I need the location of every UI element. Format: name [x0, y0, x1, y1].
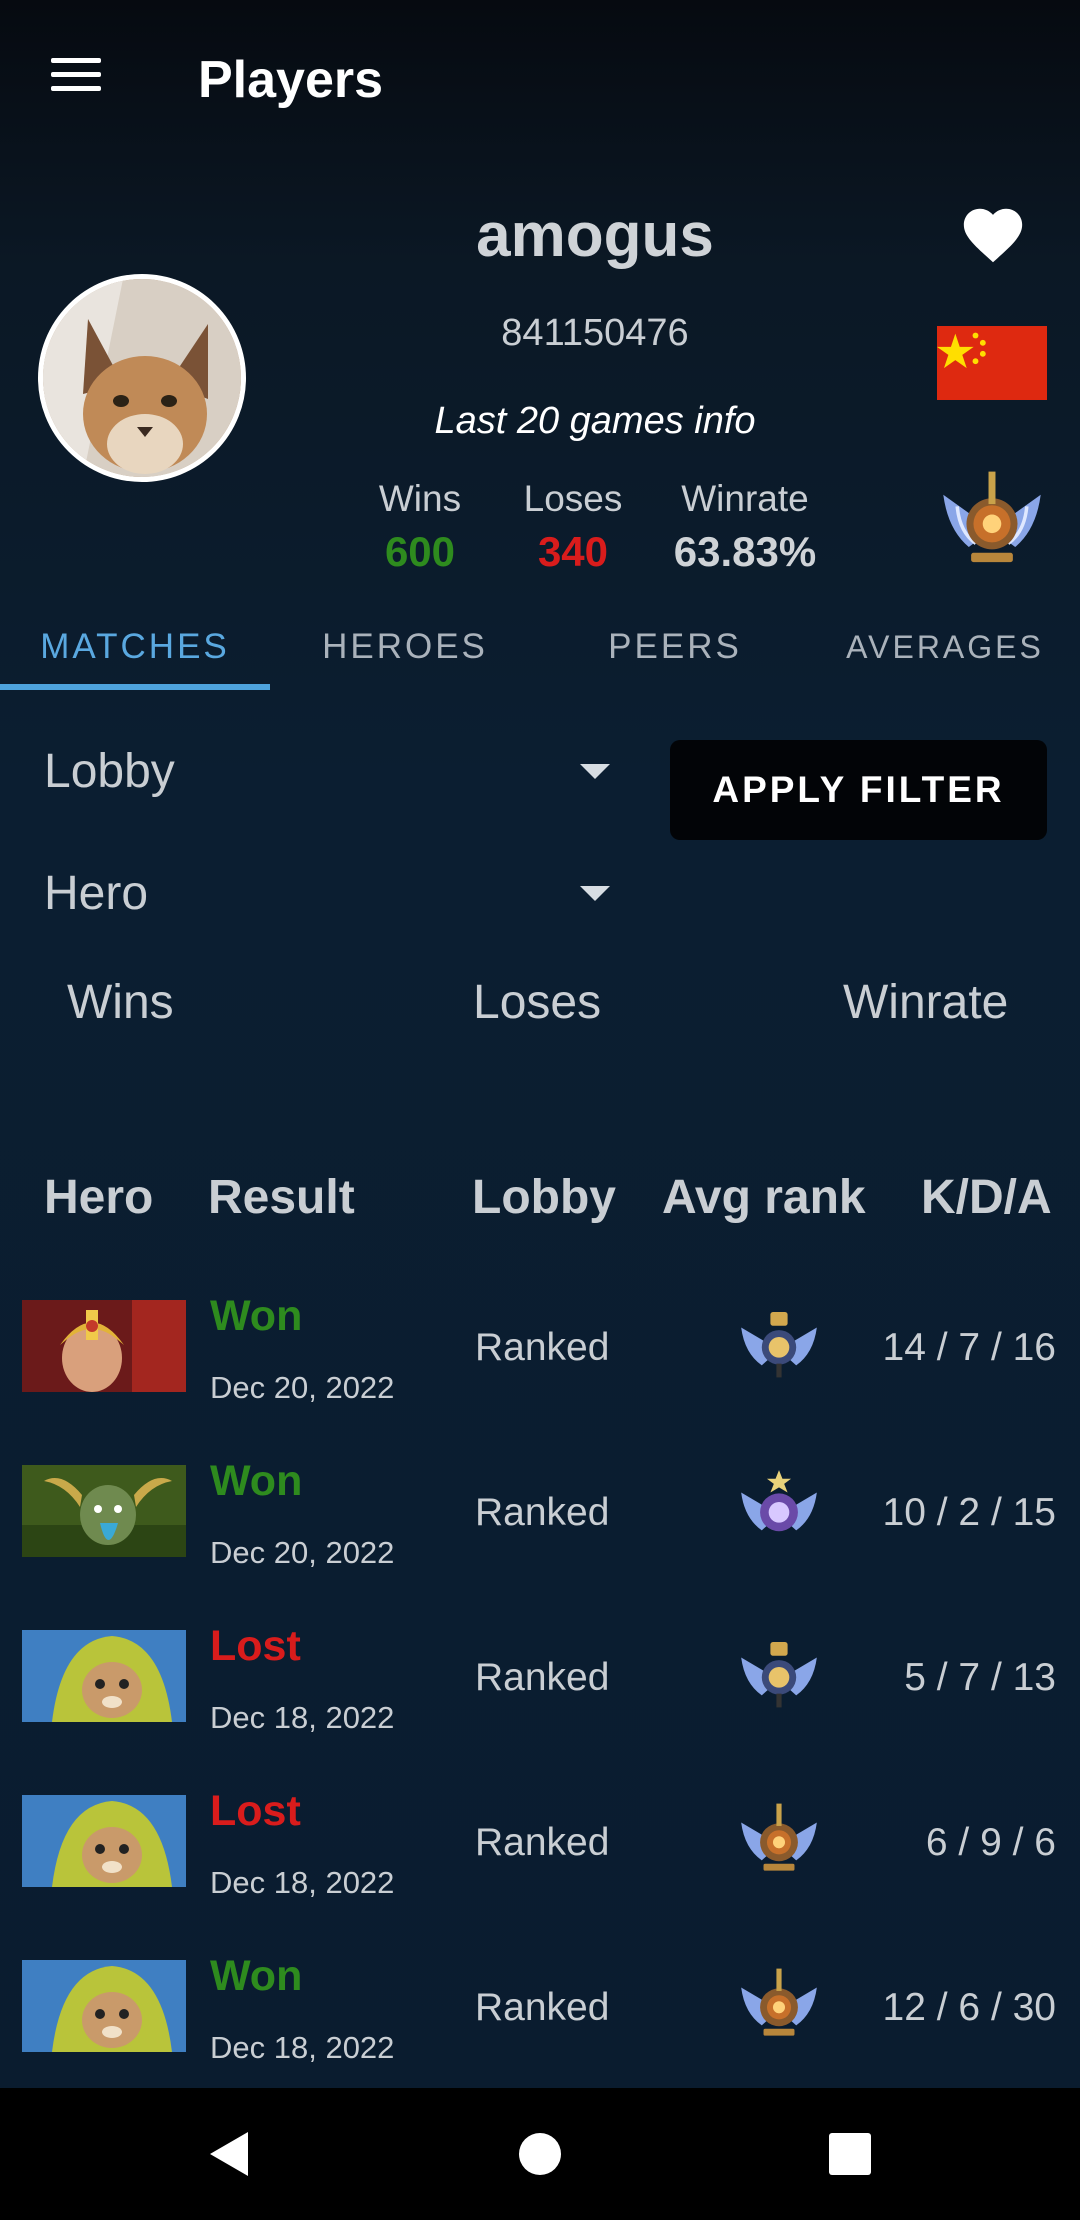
page-title: Players — [198, 51, 384, 109]
match-row[interactable]: Won Dec 20, 2022 Ranked 14 / 7 / 16 — [0, 1292, 1080, 1465]
lobby-dropdown-value: Lobby — [44, 745, 175, 798]
match-date: Dec 20, 2022 — [210, 1535, 395, 1570]
match-date: Dec 18, 2022 — [210, 1700, 395, 1735]
player-name: amogus — [476, 201, 714, 270]
column-header-avg-rank: Avg rank — [662, 1171, 866, 1224]
match-result: Lost — [210, 1787, 301, 1835]
match-row[interactable]: Won Dec 20, 2022 Ranked 10 / 2 / 15 — [0, 1457, 1080, 1630]
tab-peers[interactable]: PEERS — [540, 620, 810, 692]
match-date: Dec 20, 2022 — [210, 1370, 395, 1405]
column-header-result: Result — [208, 1171, 355, 1224]
rank-medal-bronze-icon — [736, 1960, 822, 2046]
loses-stat: Loses 340 — [508, 478, 638, 576]
recents-icon[interactable] — [814, 2118, 886, 2190]
match-result: Won — [210, 1292, 303, 1340]
home-icon[interactable] — [504, 2118, 576, 2190]
column-header-hero: Hero — [44, 1171, 154, 1224]
match-date: Dec 18, 2022 — [210, 2030, 395, 2065]
menu-icon[interactable] — [40, 50, 112, 110]
chevron-down-icon — [580, 764, 610, 779]
player-profile: amogus 841150476 Last 20 games info Wins… — [0, 160, 1080, 620]
summary-loses-label: Loses — [473, 976, 602, 1029]
hero-dropdown[interactable]: Hero — [40, 852, 610, 932]
tab-indicator — [0, 684, 270, 690]
match-row[interactable]: Lost Dec 18, 2022 Ranked 6 / 9 / 6 — [0, 1787, 1080, 1960]
wins-stat: Wins 600 — [360, 478, 480, 576]
winrate-value: 63.83% — [673, 528, 817, 575]
player-id: 841150476 — [501, 312, 689, 354]
tab-heroes[interactable]: HEROES — [270, 620, 540, 692]
match-lobby: Ranked — [475, 1491, 610, 1534]
avatar — [38, 274, 246, 482]
hero-dropdown-value: Hero — [44, 867, 149, 920]
chevron-down-icon — [580, 886, 610, 901]
match-result: Won — [210, 1457, 303, 1505]
wins-value: 600 — [384, 528, 456, 575]
loses-value: 340 — [537, 528, 609, 575]
summary-wins-label: Wins — [67, 976, 174, 1029]
tab-matches[interactable]: MATCHES — [0, 620, 270, 692]
apply-filter-button[interactable]: APPLY FILTER — [670, 740, 1047, 840]
match-lobby: Ranked — [475, 1326, 610, 1369]
hero-portrait-icon — [22, 1630, 186, 1722]
match-lobby: Ranked — [475, 1656, 610, 1699]
summary-winrate-label: Winrate — [843, 976, 1009, 1029]
favorite-heart-icon[interactable] — [958, 200, 1028, 270]
winrate-label: Winrate — [681, 478, 809, 519]
loses-label: Loses — [523, 478, 623, 519]
games-info-subtitle: Last 20 games info — [434, 400, 756, 442]
hero-portrait-icon — [22, 1300, 186, 1392]
match-kda: 10 / 2 / 15 — [882, 1491, 1056, 1534]
app-bar: Players — [0, 0, 1080, 160]
match-date: Dec 18, 2022 — [210, 1865, 395, 1900]
column-header-kda: K/D/A — [921, 1171, 1052, 1224]
match-lobby: Ranked — [475, 1821, 610, 1864]
rank-medal-bronze-icon — [736, 1795, 822, 1881]
hero-portrait-icon — [22, 1795, 186, 1887]
hero-portrait-icon — [22, 1465, 186, 1557]
rank-medal-purple-icon — [736, 1465, 822, 1551]
player-rank-medal-icon — [934, 460, 1050, 576]
match-kda: 14 / 7 / 16 — [882, 1326, 1056, 1369]
match-kda: 6 / 9 / 6 — [925, 1821, 1056, 1864]
match-kda: 5 / 7 / 13 — [904, 1656, 1056, 1699]
china-flag-icon — [937, 326, 1047, 400]
profile-tabs: MATCHES HEROES PEERS AVERAGES — [0, 620, 1080, 692]
rank-medal-silver-icon — [736, 1300, 822, 1386]
tab-averages[interactable]: AVERAGES — [810, 620, 1080, 692]
match-result: Won — [210, 1952, 303, 2000]
system-nav-bar — [0, 2088, 1080, 2220]
column-header-lobby: Lobby — [472, 1171, 616, 1224]
hero-portrait-icon — [22, 1960, 186, 2052]
back-icon[interactable] — [196, 2118, 268, 2190]
rank-medal-silver-icon — [736, 1630, 822, 1716]
lobby-dropdown[interactable]: Lobby — [40, 730, 610, 810]
winrate-stat: Winrate 63.83% — [660, 478, 830, 576]
match-lobby: Ranked — [475, 1986, 610, 2029]
match-row[interactable]: Lost Dec 18, 2022 Ranked 5 / 7 / 13 — [0, 1622, 1080, 1795]
match-kda: 12 / 6 / 30 — [882, 1986, 1056, 2029]
wins-label: Wins — [378, 478, 462, 519]
match-result: Lost — [210, 1622, 301, 1670]
